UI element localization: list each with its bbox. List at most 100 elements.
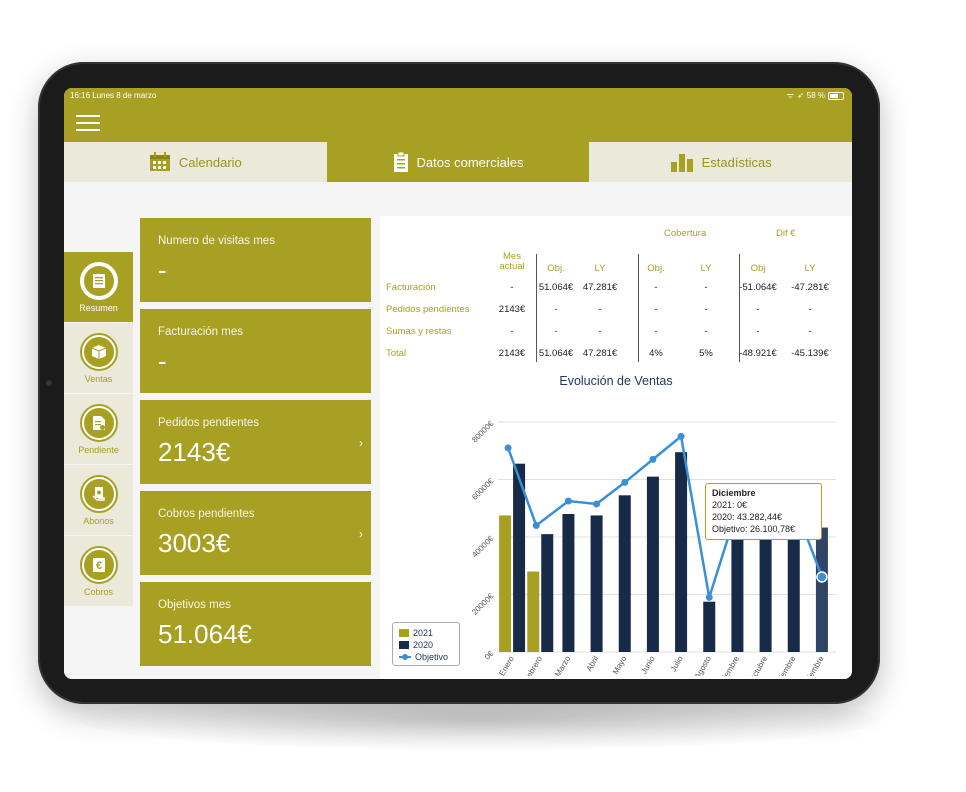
front-camera <box>46 380 52 386</box>
bar-2020 <box>815 527 828 652</box>
card-objetivos[interactable]: Objetivos mes 51.064€ <box>140 582 371 666</box>
y-tick-label: 0€ <box>483 649 496 662</box>
sidenav-label: Ventas <box>84 373 113 384</box>
bar-2020 <box>562 514 575 652</box>
group-header-cobertura: Cobertura <box>664 228 707 239</box>
objetivo-point <box>593 500 601 508</box>
x-tick-label: Noviembre <box>770 654 797 676</box>
x-tick-label: Octubre <box>747 654 769 676</box>
table-cell: 2143€ <box>498 348 526 359</box>
chevron-right-icon: › <box>359 527 363 541</box>
clipboard-icon <box>393 152 408 172</box>
card-facturacion[interactable]: Facturación mes - <box>140 309 371 393</box>
legend-item[interactable]: 2021 <box>399 627 453 639</box>
tab-estadisticas[interactable]: Estadísticas <box>589 142 852 182</box>
objetivo-point <box>677 432 685 440</box>
main-tabs: Calendario Datos comerciales Estadística… <box>64 142 852 182</box>
table-cell: - <box>704 304 708 315</box>
battery-icon <box>828 91 844 100</box>
money-hand-icon <box>83 478 114 509</box>
objetivo-point <box>649 455 657 463</box>
status-time: 16:16 Lunes 8 de marzo <box>70 91 157 100</box>
card-title: Objetivos mes <box>158 599 231 611</box>
location-icon: ➶ <box>797 91 804 100</box>
line-marker-icon <box>399 654 411 660</box>
objetivo-point <box>532 522 540 529</box>
table-cell: - <box>654 304 658 315</box>
table-cell: - <box>510 326 514 337</box>
sidenav-label: Cobros <box>83 586 113 597</box>
table-cell: -47.281€ <box>791 282 829 293</box>
card-pedidos-pendientes[interactable]: Pedidos pendientes 2143€ › <box>140 400 371 484</box>
euro-icon: € <box>83 549 114 580</box>
table-cell: 47.281€ <box>582 282 618 293</box>
table-cell: - <box>598 304 602 315</box>
objetivo-point <box>564 497 572 505</box>
card-visitas[interactable]: Numero de visitas mes - <box>140 218 371 302</box>
pending-doc-icon <box>83 407 114 438</box>
card-title: Numero de visitas mes <box>158 235 275 247</box>
table-row-label: Sumas y restas <box>386 326 452 337</box>
y-tick-label: 20000€ <box>470 591 496 617</box>
tab-calendario[interactable]: Calendario <box>64 142 327 182</box>
table-cell: - <box>756 326 760 337</box>
card-cobros-pendientes[interactable]: Cobros pendientes 3003€ › <box>140 491 371 575</box>
battery-percent: 58 % <box>806 91 825 100</box>
sidenav-item-cobros[interactable]: € Cobros <box>64 536 133 607</box>
sidenav-item-abonos[interactable]: Abonos <box>64 465 133 536</box>
card-value: 3003€ <box>158 528 231 558</box>
side-navigation: Resumen Ventas Pendiente Abonos € Cobros <box>64 252 133 610</box>
objetivo-point <box>621 478 629 486</box>
tab-label: Datos comerciales <box>416 154 524 170</box>
table-cell: - <box>654 326 658 337</box>
objetivo-point <box>816 571 828 583</box>
sidenav-item-resumen[interactable]: Resumen <box>64 252 133 323</box>
table-header: Obj. <box>647 263 665 274</box>
tab-datos-comerciales[interactable]: Datos comerciales <box>326 142 590 182</box>
table-cell: 5% <box>699 348 713 359</box>
legend-item[interactable]: 2020 <box>399 639 453 651</box>
summary-table: Cobertura Dif € Mes actual Obj. LY Obj. LY Ob… <box>380 216 852 366</box>
bar-2020 <box>675 452 688 652</box>
app-header: 16:16 Lunes 8 de marzo ᯤ ➶ 58 % <box>64 88 852 142</box>
table-cell: - <box>654 282 658 293</box>
table-cell: - <box>554 304 558 315</box>
x-tick-label: Abril <box>585 654 601 673</box>
card-value: 51.064€ <box>158 619 252 649</box>
table-cell: - <box>808 326 812 337</box>
chart-legend: 2021 2020 Objetivo <box>392 622 460 666</box>
legend-item[interactable]: Objetivo <box>399 651 453 663</box>
sidenav-label: Resumen <box>79 302 118 313</box>
tab-label: Calendario <box>178 154 242 170</box>
x-tick-label: Mayo <box>611 654 629 676</box>
table-cell: - <box>554 326 558 337</box>
bar-2021 <box>499 515 512 652</box>
table-cell: -45.139€ <box>791 348 829 359</box>
tab-label: Estadísticas <box>701 154 772 170</box>
table-row-label: Facturación <box>386 282 436 293</box>
table-row-label: Total <box>386 348 407 359</box>
legend-label: Objetivo <box>415 652 449 662</box>
menu-icon[interactable] <box>76 115 100 131</box>
table-cell: 2143€ <box>498 304 526 315</box>
sidenav-item-pendiente[interactable]: Pendiente <box>64 394 133 465</box>
legend-label: 2021 <box>413 628 434 638</box>
table-cell: 51.064€ <box>538 282 574 293</box>
table-cell: - <box>808 304 812 315</box>
card-title: Cobros pendientes <box>158 508 255 520</box>
bar-2020 <box>618 495 631 652</box>
wifi-icon: ᯤ <box>786 91 795 100</box>
y-tick-label: 60000€ <box>470 476 496 502</box>
table-cell: - <box>756 304 760 315</box>
chevron-right-icon: › <box>359 436 363 450</box>
objetivo-point <box>705 593 713 601</box>
bar-2020 <box>590 515 603 652</box>
table-header: Mes actual <box>499 251 525 272</box>
sidenav-item-ventas[interactable]: Ventas <box>64 323 133 394</box>
tooltip-line: 2021: 0€ <box>712 500 748 510</box>
tooltip-line: 2020: 43.282,44€ <box>712 512 783 522</box>
card-title: Pedidos pendientes <box>158 417 260 429</box>
objetivo-point <box>504 444 512 452</box>
table-cell: - <box>510 282 514 293</box>
tooltip-title: Diciembre <box>712 488 756 498</box>
